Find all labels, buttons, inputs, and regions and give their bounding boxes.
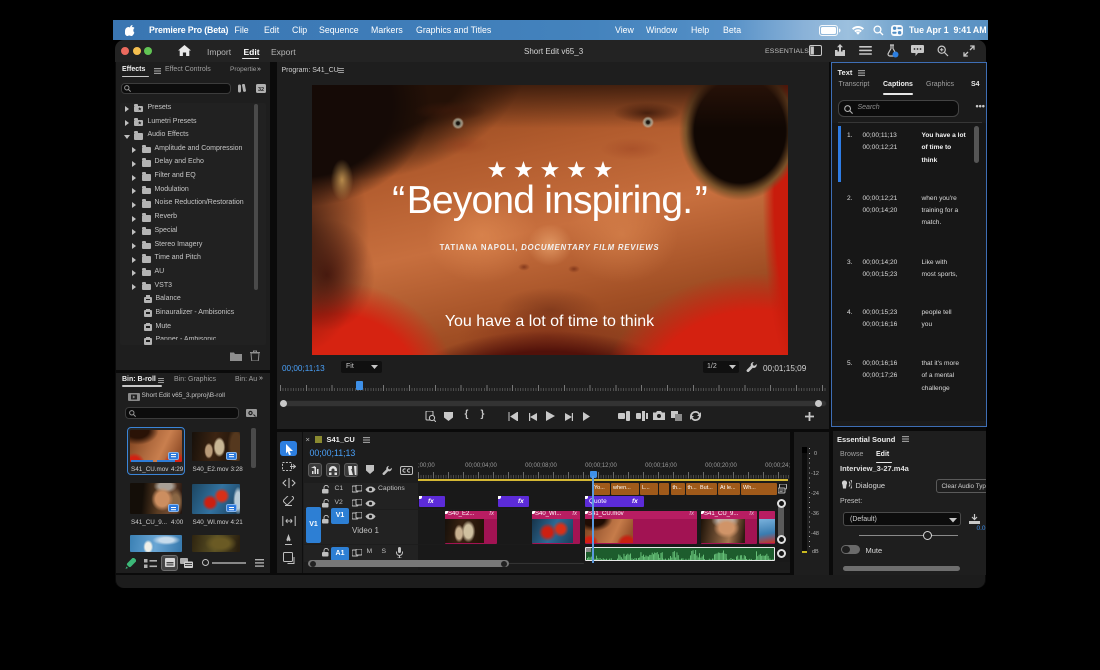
- svg-text:32: 32: [258, 86, 264, 92]
